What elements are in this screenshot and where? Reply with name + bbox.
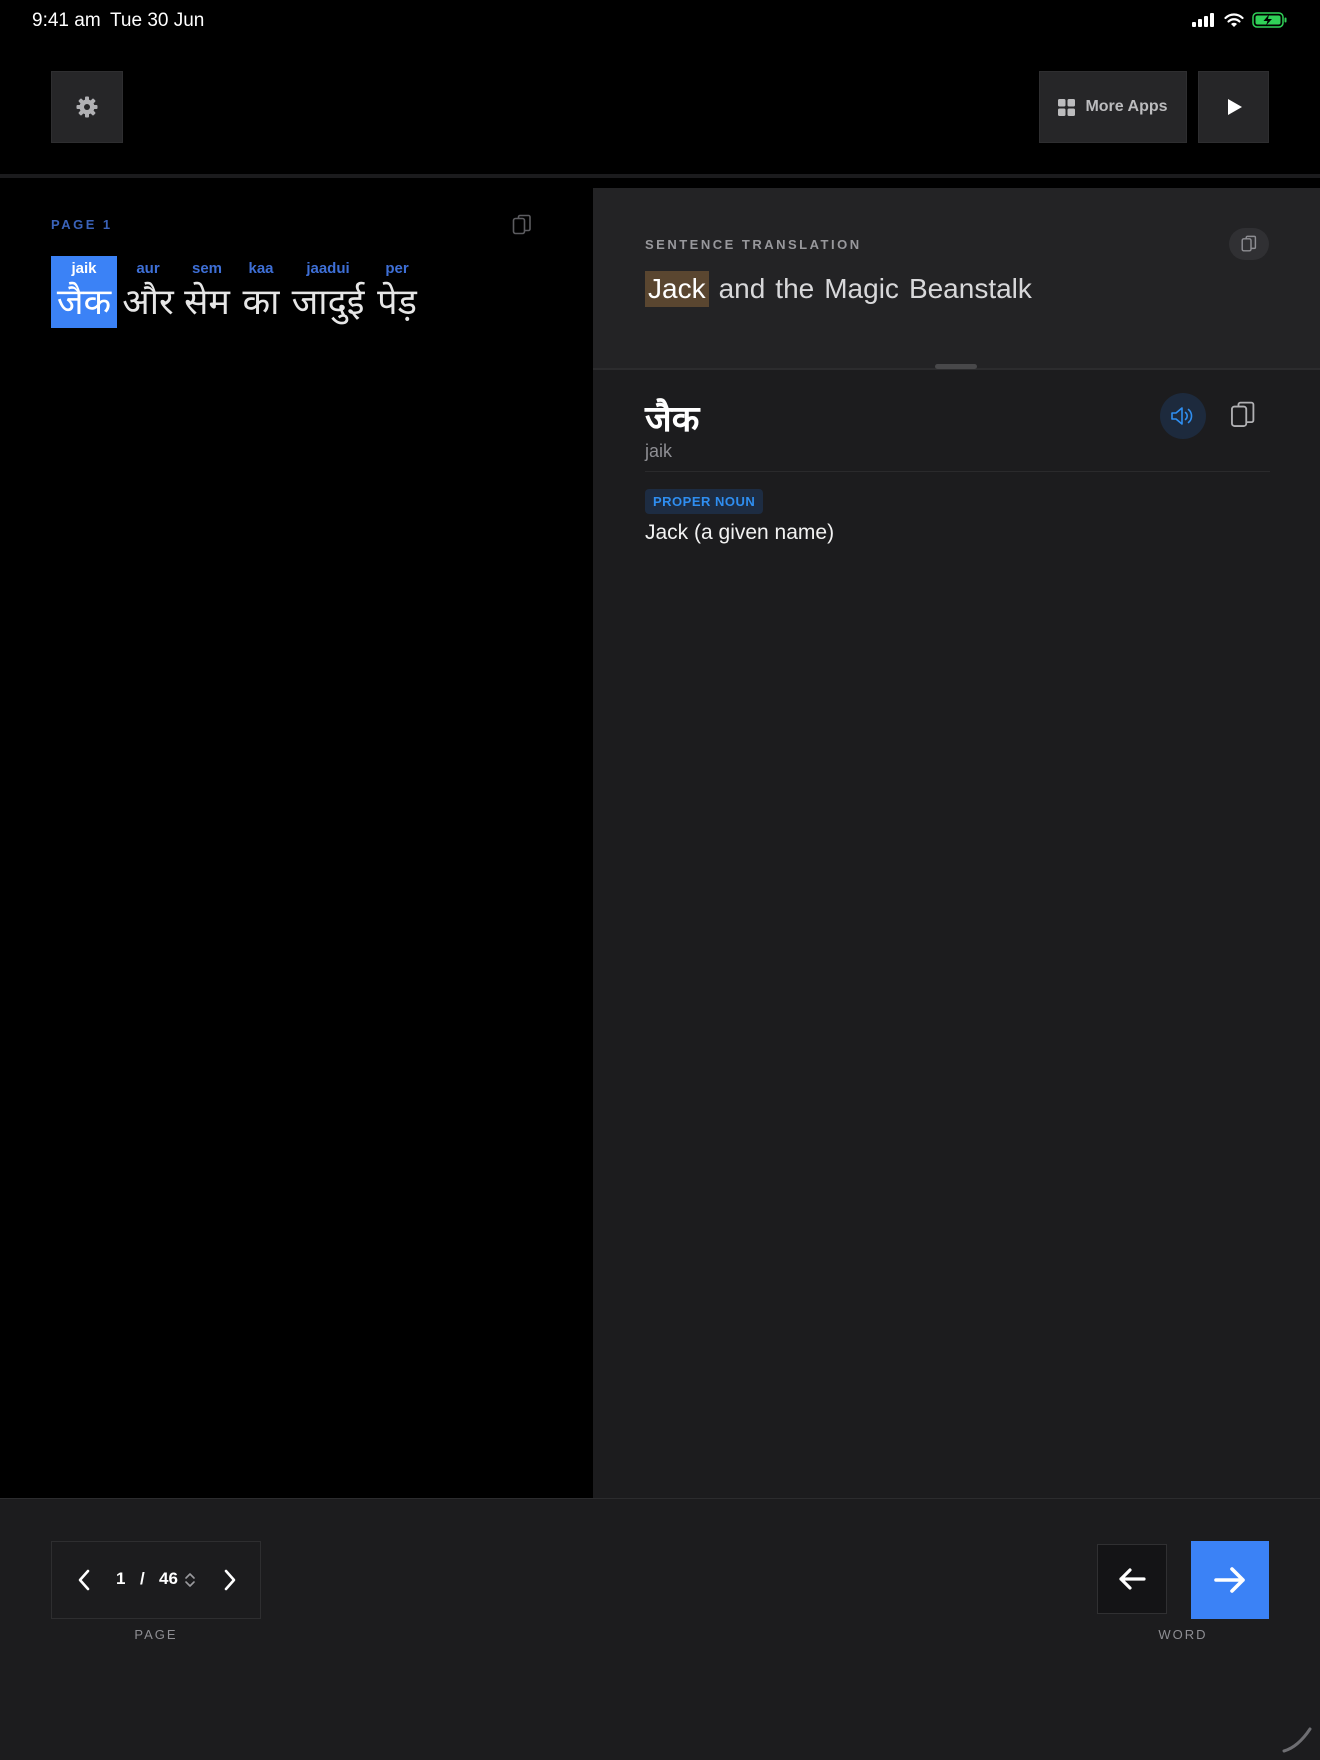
word-hindi: सेम [184,281,230,322]
page-pager: 1 / 46 [51,1541,261,1619]
copy-page-button[interactable] [512,214,532,241]
page-label-number: 1 [102,217,113,232]
speaker-icon [1171,407,1193,425]
translation-word[interactable]: Magic [824,273,899,305]
word-hindi: और [122,281,174,322]
sentence-translation-title: SENTENCE TRANSLATION [645,237,862,252]
wifi-icon [1224,12,1244,27]
word-transliteration: per [385,260,409,277]
arrow-left-icon [1119,1568,1146,1590]
copy-icon [512,214,531,235]
copy-icon [1231,401,1255,427]
translation-sentence: Jack and the Magic Beanstalk [645,271,1032,307]
drag-handle[interactable] [935,364,977,369]
next-page-button[interactable] [214,1564,246,1596]
arrow-right-icon [1214,1567,1245,1593]
word-hindi: पेड़ [377,281,417,322]
current-page-number[interactable]: 1 [116,1569,125,1589]
word-transliteration: jaadui [306,260,350,277]
copy-definition-button[interactable] [1230,400,1256,435]
page-caption: PAGE [134,1627,178,1642]
chevron-right-icon [224,1569,236,1591]
page-picker-button[interactable] [184,1571,196,1594]
total-page-count: 46 [159,1569,178,1588]
word-hindi: जादुई [291,281,365,322]
chevron-up-down-icon [185,1573,195,1587]
battery-charging-icon [1252,12,1287,28]
reader-word-2[interactable]: aur और [121,256,175,328]
bottom-navigation-bar: 1 / 46 PAGE WORD [0,1498,1320,1760]
reader-word-3[interactable]: sem सेम [181,256,233,328]
chevron-left-icon [78,1569,90,1591]
translation-highlighted-word[interactable]: Jack [645,271,709,307]
copy-translation-button[interactable] [1229,228,1269,260]
status-time: 9:41 am [32,10,101,31]
word-transliteration: jaik [71,260,97,277]
definition-transliteration: jaik [645,441,673,461]
page-label-text: PAGE [51,217,97,232]
grid-icon [1058,98,1076,116]
sentence-translation-section: SENTENCE TRANSLATION Jack and the Magic … [593,188,1320,368]
pencil-gesture-icon [1282,1727,1312,1753]
status-date: Tue 30 Jun [110,10,205,31]
more-apps-label: More Apps [1085,98,1168,115]
settings-button[interactable] [51,71,123,143]
more-apps-button[interactable]: More Apps [1039,71,1187,143]
word-transliteration: aur [136,260,160,277]
reader-word-6[interactable]: per पेड़ [372,256,422,328]
definition-headword: जैक [645,398,700,439]
reader-word-1[interactable]: jaik जैक [51,256,117,328]
reader-word-5[interactable]: jaadui जादुई [290,256,366,328]
part-of-speech-badge: PROPER NOUN [645,489,764,514]
previous-page-button[interactable] [68,1564,100,1596]
previous-word-button[interactable] [1097,1544,1167,1614]
word-hindi: जैक [56,281,112,322]
reader-word-4[interactable]: kaa का [238,256,284,328]
pronounce-button[interactable] [1160,393,1206,439]
translation-word[interactable]: the [775,273,814,305]
details-panel: SENTENCE TRANSLATION Jack and the Magic … [593,188,1320,1498]
cellular-signal-icon [1192,13,1214,27]
translation-word[interactable]: and [719,273,766,305]
status-bar: 9:41 am Tue 30 Jun [0,0,1320,40]
word-transliteration: sem [191,260,223,277]
play-icon [1227,99,1242,115]
copy-icon [1241,235,1257,252]
reader-panel: PAGE 1 jaik जैक aur और sem सेम kaa का jaa… [0,178,593,1498]
word-caption: WORD [1158,1627,1208,1642]
definition-divider [645,471,1270,472]
definition-meaning: Jack (a given name) [645,521,835,544]
status-icons [1192,12,1288,28]
page-label: PAGE 1 [51,217,113,232]
word-hindi: का [242,281,280,322]
gear-icon [76,96,98,118]
page-separator: / [140,1569,145,1588]
next-word-button[interactable] [1191,1541,1269,1619]
play-button[interactable] [1198,71,1269,143]
translation-word[interactable]: Beanstalk [909,273,1032,305]
word-transliteration: kaa [248,260,274,277]
